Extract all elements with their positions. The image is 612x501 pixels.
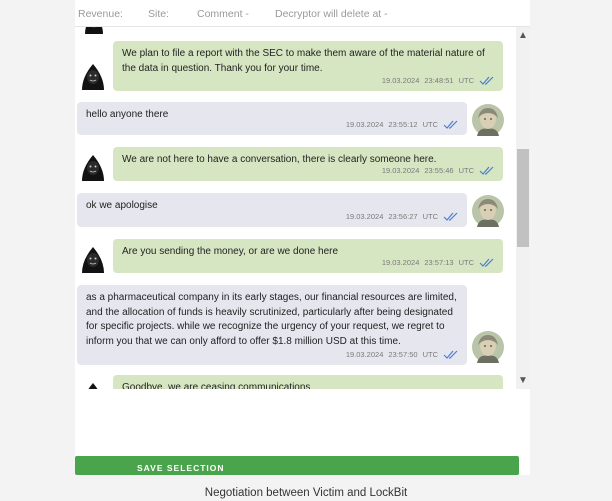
message-timezone: UTC xyxy=(422,349,438,359)
double-check-icon xyxy=(443,350,458,360)
hacker-avatar-icon xyxy=(82,247,104,273)
chat-scrollbar[interactable]: ▲ ▼ xyxy=(516,27,530,389)
revenue-label: Revenue: xyxy=(78,8,123,20)
message-timezone: UTC xyxy=(422,211,438,221)
franklin-avatar-icon xyxy=(472,104,504,136)
figure-caption: Negotiation between Victim and LockBit xyxy=(204,487,408,499)
message-bubble-victim: hello anyone there 19.03.2024 23:55:12 U… xyxy=(77,102,467,135)
franklin-avatar-icon xyxy=(472,331,504,363)
hacker-avatar-icon xyxy=(82,155,104,181)
message-time: 23:57:50 xyxy=(388,349,418,359)
message-bubble-attacker: Goodbye, we are ceasing communications xyxy=(113,375,503,389)
message-bubble-victim: as a pharmaceutical company in its early… xyxy=(77,285,467,365)
message-meta: 19.03.2024 23:48:51 UTC xyxy=(382,74,495,89)
message-text: as a pharmaceutical company in its early… xyxy=(86,292,457,347)
message-meta: 19.03.2024 23:57:13 UTC xyxy=(382,256,495,271)
message-date: 19.03.2024 xyxy=(381,165,420,175)
message-meta: 19.03.2024 23:56:27 UTC xyxy=(346,210,459,225)
message-bubble-attacker: Are you sending the money, or are we don… xyxy=(113,239,503,273)
message-bubble-attacker: We are not here to have a conversation, … xyxy=(113,147,503,181)
message-meta: 19.03.2024 23:57:50 UTC xyxy=(346,348,459,363)
message-list[interactable]: We plan to file a report with the SEC to… xyxy=(75,27,516,389)
message-date: 19.03.2024 xyxy=(345,349,384,359)
message-date: 19.03.2024 xyxy=(345,211,384,221)
message-time: 23:55:12 xyxy=(388,119,418,129)
double-check-icon xyxy=(443,120,458,130)
hacker-avatar-icon xyxy=(80,27,108,35)
message-text: We plan to file a report with the SEC to… xyxy=(122,48,485,74)
chat-window: Revenue: Site: Comment - Decryptor will … xyxy=(75,0,530,475)
message-date: 19.03.2024 xyxy=(381,75,420,85)
chat-header: Revenue: Site: Comment - Decryptor will … xyxy=(75,0,530,27)
message-text: Goodbye, we are ceasing communications xyxy=(122,382,311,389)
message-timezone: UTC xyxy=(458,257,474,267)
message-meta: 19.03.2024 23:55:46 UTC xyxy=(382,164,495,179)
save-selection-button[interactable]: SAVE SELECTION xyxy=(75,456,519,475)
scroll-up-icon[interactable]: ▲ xyxy=(516,29,530,43)
message-timezone: UTC xyxy=(458,75,474,85)
hacker-avatar-icon xyxy=(88,383,98,389)
message-time: 23:48:51 xyxy=(424,75,454,85)
message-date: 19.03.2024 xyxy=(345,119,384,129)
double-check-icon xyxy=(443,212,458,222)
franklin-avatar-icon xyxy=(472,195,504,227)
message-bubble-attacker: We plan to file a report with the SEC to… xyxy=(113,41,503,91)
comment-label: Comment - xyxy=(197,8,249,20)
message-timezone: UTC xyxy=(458,165,474,175)
scrollbar-thumb[interactable] xyxy=(517,149,529,247)
site-label: Site: xyxy=(148,8,170,20)
message-time: 23:55:46 xyxy=(424,165,454,175)
message-timezone: UTC xyxy=(422,119,438,129)
scroll-down-icon[interactable]: ▼ xyxy=(516,374,530,388)
message-time: 23:57:13 xyxy=(424,257,454,267)
message-time: 23:56:27 xyxy=(388,211,418,221)
message-meta: 19.03.2024 23:55:12 UTC xyxy=(346,118,459,133)
double-check-icon xyxy=(479,166,494,176)
save-selection-label: SAVE SELECTION xyxy=(137,463,225,473)
double-check-icon xyxy=(479,76,494,86)
decryptor-label: Decryptor will delete at - xyxy=(275,8,388,20)
message-bubble-victim: ok we apologise 19.03.2024 23:56:27 UTC xyxy=(77,193,467,227)
double-check-icon xyxy=(479,258,494,268)
hacker-avatar-icon xyxy=(82,64,104,90)
message-date: 19.03.2024 xyxy=(381,257,420,267)
